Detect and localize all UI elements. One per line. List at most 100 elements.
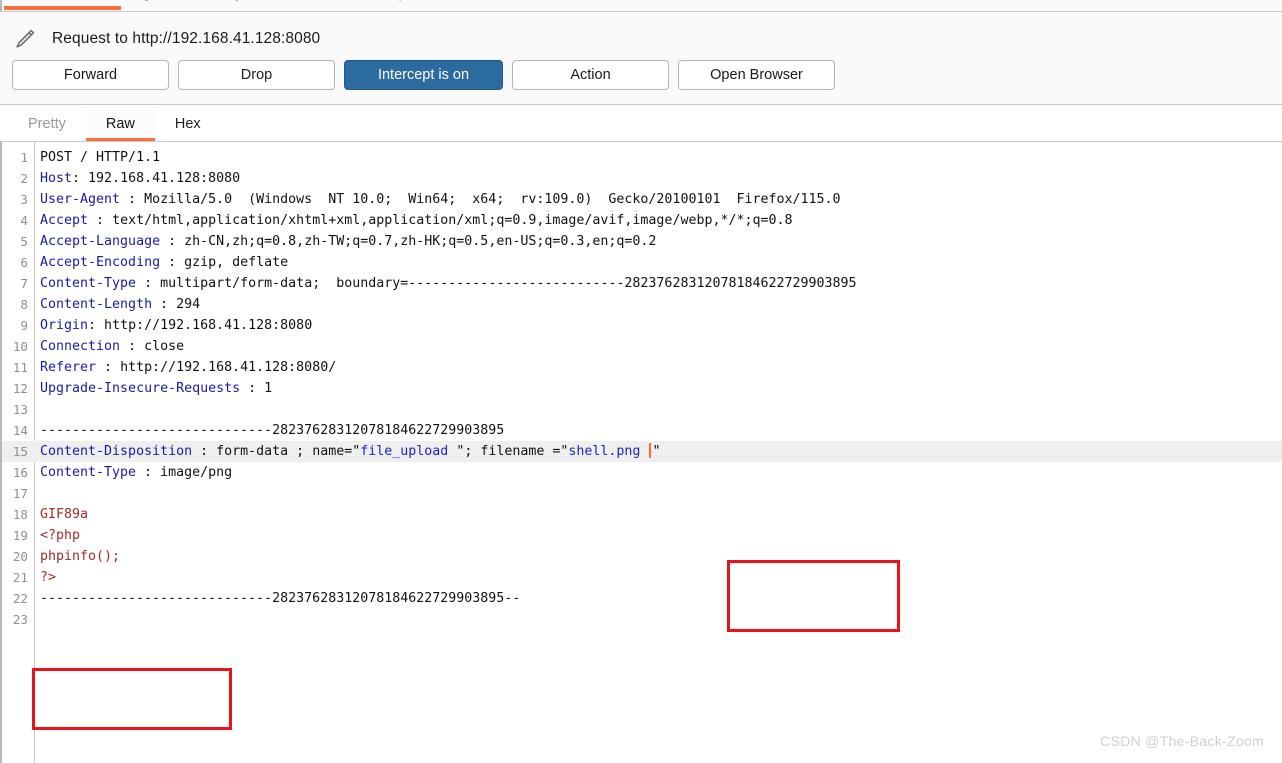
line-number: 16 <box>12 465 28 480</box>
code-span: file_upload <box>360 444 457 459</box>
open-browser-button[interactable]: Open Browser <box>678 60 835 90</box>
line-number: 11 <box>12 360 28 375</box>
code-line[interactable]: 19 <?php <box>2 525 1282 546</box>
main-tab-2[interactable]: Proxy <box>209 0 242 1</box>
code-line[interactable]: 20 phpinfo(); <box>2 546 1282 567</box>
code-line[interactable]: 21 ?> <box>2 567 1282 588</box>
line-number: 23 <box>12 612 28 627</box>
main-tab-3[interactable]: Intruder <box>290 0 335 1</box>
code-line[interactable]: 6 Accept-Encoding : gzip, deflate <box>2 252 1282 273</box>
code-span: : image/png <box>136 465 233 480</box>
line-number: 14 <box>12 423 28 438</box>
code-line[interactable]: 9 Origin: http://192.168.41.128:8080 <box>2 315 1282 336</box>
forward-button[interactable]: Forward <box>12 60 169 90</box>
code-line[interactable]: 5 Accept-Language : zh-CN,zh;q=0.8,zh-TW;… <box>2 231 1282 252</box>
request-code-area[interactable]: 1 POST / HTTP/1.1 2 Host: 192.168.41.128:80… <box>2 147 1282 630</box>
code-span: Origin <box>40 318 89 333</box>
main-tab-5[interactable]: Collaborator <box>483 0 554 1</box>
code-span: : Mozilla/5.0 (Windows NT 10.0; Win64; x… <box>120 192 841 207</box>
tab-raw[interactable]: Raw <box>85 106 155 141</box>
code-span: : text/html,application/xhtml+xml,applic… <box>88 213 793 228</box>
code-span: : gzip, deflate <box>160 255 289 270</box>
tab-hex[interactable]: Hex <box>155 106 221 141</box>
line-number: 9 <box>20 318 28 333</box>
code-line[interactable]: 4 Accept : text/html,application/xhtml+xm… <box>2 210 1282 231</box>
line-text: GIF89a <box>40 504 88 525</box>
line-text: phpinfo(); <box>40 546 120 567</box>
code-line[interactable]: 7 Content-Type : multipart/form-data; bou… <box>2 273 1282 294</box>
message-format-tabs: Pretty Raw Hex <box>0 106 1282 142</box>
code-span: Accept-Encoding <box>40 255 161 270</box>
code-span: : 1 <box>240 381 273 396</box>
code-line[interactable]: 11 Referer : http://192.168.41.128:8080/ <box>2 357 1282 378</box>
code-line[interactable]: 14 -----------------------------282376283… <box>2 420 1282 441</box>
line-number: 18 <box>12 507 28 522</box>
active-tab-indicator <box>4 6 121 10</box>
code-span: : http://192.168.41.128:8080/ <box>96 360 337 375</box>
code-line[interactable]: 8 Content-Length : 294 <box>2 294 1282 315</box>
code-line[interactable]: 2 Host: 192.168.41.128:8080 <box>2 168 1282 189</box>
main-tab-strip[interactable]: Dashboard Target Proxy Intruder Repeater… <box>0 0 1282 12</box>
code-line[interactable]: 1 POST / HTTP/1.1 <box>2 147 1282 168</box>
code-span: "; filename =" <box>456 444 569 459</box>
code-line[interactable]: 22 -----------------------------282376283… <box>2 588 1282 609</box>
code-line[interactable]: 16 Content-Type : image/png <box>2 462 1282 483</box>
line-number: 6 <box>20 255 28 270</box>
request-title: Request to http://192.168.41.128:8080 <box>52 30 321 47</box>
code-span: <?php <box>40 528 81 543</box>
line-text: -----------------------------28237628312… <box>40 420 504 441</box>
line-number: 5 <box>20 234 28 249</box>
line-text: Connection : close <box>40 336 184 357</box>
main-tab-4[interactable]: Repeater <box>382 0 435 1</box>
line-text: POST / HTTP/1.1 <box>40 147 160 168</box>
request-title-row: Request to http://192.168.41.128:8080 <box>0 22 320 56</box>
code-span: : multipart/form-data; boundary=--------… <box>136 276 857 291</box>
intercept-toggle-button[interactable]: Intercept is on <box>344 60 503 90</box>
code-span: Referer <box>40 360 97 375</box>
intercept-button-row: Forward Drop Intercept is on Action Open… <box>12 60 835 90</box>
code-span: : 192.168.41.128:8080 <box>72 171 241 186</box>
action-button[interactable]: Action <box>512 60 669 90</box>
line-number: 22 <box>12 591 28 606</box>
main-tab-0[interactable]: Dashboard <box>14 0 78 1</box>
raw-request-editor[interactable]: 1 POST / HTTP/1.1 2 Host: 192.168.41.128:80… <box>0 142 1282 763</box>
code-span: : 294 <box>152 297 201 312</box>
intercept-panel: Request to http://192.168.41.128:8080 Fo… <box>0 12 1282 105</box>
code-span: Host <box>40 171 73 186</box>
line-text: Content-Type : image/png <box>40 462 232 483</box>
line-text: Referer : http://192.168.41.128:8080/ <box>40 357 336 378</box>
code-line[interactable]: 13 <box>2 399 1282 420</box>
tab-pretty[interactable]: Pretty <box>8 106 86 141</box>
code-span: phpinfo(); <box>40 549 121 564</box>
drop-button[interactable]: Drop <box>178 60 335 90</box>
code-line[interactable]: 3 User-Agent : Mozilla/5.0 (Windows NT 10… <box>2 189 1282 210</box>
line-text: Host: 192.168.41.128:8080 <box>40 168 240 189</box>
code-span: : form-data ; name=" <box>192 444 361 459</box>
code-line[interactable]: 18 GIF89a <box>2 504 1282 525</box>
line-number: 12 <box>12 381 28 396</box>
line-number: 20 <box>12 549 28 564</box>
line-number: 10 <box>12 339 28 354</box>
code-span: : close <box>120 339 185 354</box>
code-span: shell.png <box>568 444 649 459</box>
line-number: 17 <box>12 486 28 501</box>
code-line[interactable]: 12 Upgrade-Insecure-Requests : 1 <box>2 378 1282 399</box>
line-number: 21 <box>12 570 28 585</box>
line-text: Accept : text/html,application/xhtml+xml… <box>40 210 793 231</box>
code-span: -----------------------------28237628312… <box>40 591 521 606</box>
code-span: Content-Type <box>40 276 137 291</box>
code-span: -----------------------------28237628312… <box>40 423 505 438</box>
code-line[interactable]: 15 Content-Disposition : form-data ; name… <box>2 441 1282 462</box>
code-line[interactable]: 23 <box>2 609 1282 630</box>
code-line[interactable]: 10 Connection : close <box>2 336 1282 357</box>
code-line[interactable]: 17 <box>2 483 1282 504</box>
line-number: 7 <box>20 276 28 291</box>
code-span: POST / HTTP/1.1 <box>40 150 161 165</box>
main-tab-labels[interactable]: Dashboard Target Proxy Intruder Repeater… <box>0 0 598 1</box>
main-tab-1[interactable]: Target <box>125 0 161 1</box>
code-span: Upgrade-Insecure-Requests <box>40 381 241 396</box>
line-number: 1 <box>20 150 28 165</box>
line-number: 2 <box>20 171 28 186</box>
code-span: User-Agent <box>40 192 121 207</box>
code-span: Accept-Language <box>40 234 161 249</box>
